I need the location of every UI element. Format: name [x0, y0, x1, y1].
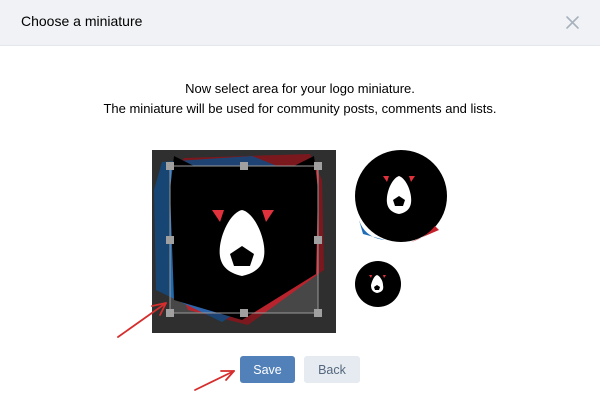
preview-small — [355, 261, 401, 307]
crop-handle — [314, 162, 322, 170]
instructions: Now select area for your logo miniature.… — [0, 79, 600, 119]
bear-logo-image — [152, 150, 336, 333]
close-icon[interactable] — [561, 11, 585, 35]
crop-handle — [240, 162, 248, 170]
crop-handle — [166, 162, 174, 170]
crop-handle — [166, 236, 174, 244]
annotation-arrow-icon — [194, 370, 235, 391]
dialog-title: Choose a miniature — [21, 13, 143, 29]
dialog-header: Choose a miniature — [0, 0, 600, 46]
save-button[interactable]: Save — [240, 356, 295, 383]
crop-handle — [314, 309, 322, 317]
instruction-line-1: Now select area for your logo miniature. — [185, 81, 415, 96]
crop-handle — [166, 309, 174, 317]
crop-editor[interactable] — [152, 150, 336, 333]
crop-handle — [240, 309, 248, 317]
crop-handle — [314, 236, 322, 244]
instruction-line-2: The miniature will be used for community… — [103, 101, 497, 116]
preview-large — [355, 150, 447, 242]
back-button[interactable]: Back — [304, 356, 360, 383]
